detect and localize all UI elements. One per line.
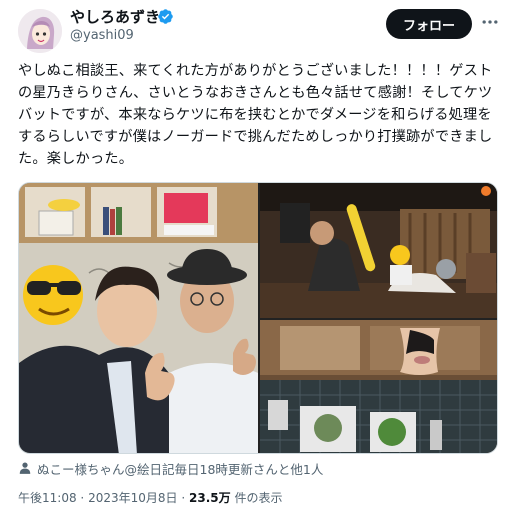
photo-two-men-thumbs-up[interactable] [19,183,258,453]
user-handle[interactable]: @yashi09 [70,28,134,43]
tweet-time[interactable]: 午後11:08 [18,491,77,505]
avatar[interactable] [18,9,62,53]
meta-separator: · [181,491,186,505]
more-dots-icon[interactable] [478,10,502,34]
tweet-meta: 午後11:08 · 2023年10月8日 · 23.5万 件の表示 [18,489,282,506]
display-name[interactable]: やしろあずき [70,6,160,27]
tagged-users-text: ぬこー様ちゃん@絵日記毎日18時更新さんと他1人 [37,461,324,477]
views-label: 件の表示 [234,491,283,505]
meta-separator: · [80,491,85,505]
views-count: 23.5万 [189,491,231,505]
verified-badge-icon [158,9,173,24]
avatar-illustration [18,9,62,53]
person-icon [19,462,31,474]
photo-bruise[interactable] [260,320,497,453]
tweet-date[interactable]: 2023年10月8日 [88,491,177,505]
follow-button[interactable]: フォロー [386,9,472,39]
tweet-header: やしろあずき @yashi09 フォロー [0,0,513,56]
tweet-text: やしぬこ相談王、来てくれた方がありがとうございました！！！！ゲストの星乃きらりさ… [18,63,493,167]
tagged-users[interactable]: ぬこー様ちゃん@絵日記毎日18時更新さんと他1人 [18,458,323,478]
photo-bat-swing-stage[interactable] [260,183,497,318]
media-grid [18,182,498,454]
sunglasses-emoji [23,265,83,325]
